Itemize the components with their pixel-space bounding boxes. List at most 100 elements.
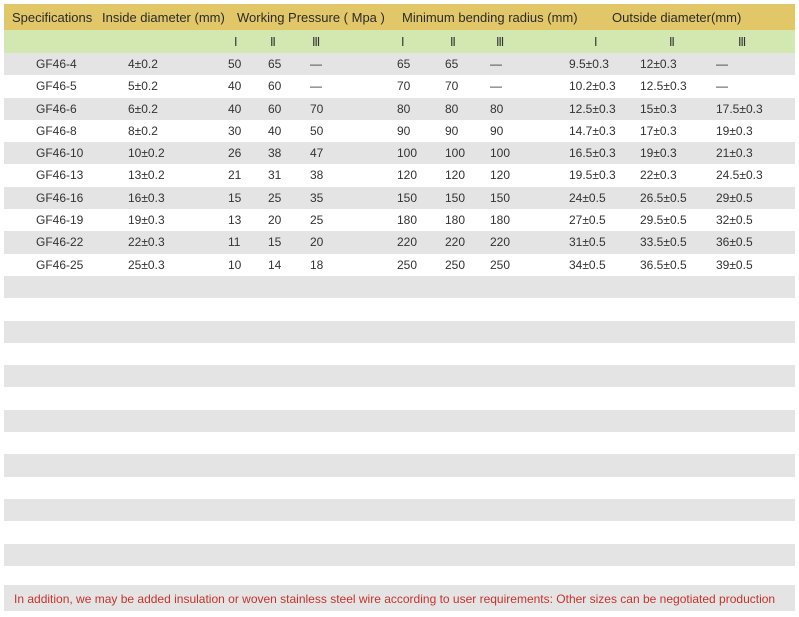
table-cell: 21 [228,168,242,183]
table-cell: 17±0.3 [640,123,677,138]
subheader-od-2: Ⅱ [669,35,675,49]
table-cell: 33.5±0.5 [640,235,687,250]
table-cell: GF46-5 [36,79,77,94]
empty-row [4,432,795,454]
table-cell: 250 [397,257,418,272]
footer-note-bar: In addition, we may be added insulation … [4,585,795,611]
table-cell: 15±0.3 [640,101,677,116]
table-cell: 10±0.2 [128,146,165,161]
table-cell: 30 [228,123,242,138]
table-body: GF46-4 4±0.2 50 65—65 65—9.5±0.3 12±0.3— GF46-… [4,53,795,611]
table-cell: 17.5±0.3 [716,101,763,116]
table-cell: 12±0.3 [640,57,677,71]
table-cell: 20 [310,235,324,250]
table-cell: — [490,57,502,71]
table-cell: 70 [397,79,411,94]
table-cell: 120 [490,168,511,183]
table-cell: 25 [310,213,324,228]
empty-row [4,454,795,477]
table-cell: 70 [445,79,459,94]
table-row: GF46-5 5±0.2 40 60 — 70 70 — 10.2±0.3 12.5±0.3 — [4,75,795,97]
table-cell: 6±0.2 [128,101,158,116]
table-cell: 15 [268,235,282,250]
table-cell: 19±0.3 [640,146,677,161]
table-cell: 11 [228,235,241,250]
table-cell: — [310,79,322,94]
table-cell: — [310,57,322,71]
table-cell: 150 [445,190,466,205]
footer-note: In addition, we may be added insulation … [14,592,776,606]
empty-row [4,298,795,320]
table-cell: 65 [268,57,282,71]
table-cell: 27±0.5 [569,213,606,228]
table-cell: 19.5±0.3 [569,168,616,183]
table-cell: 10 [228,257,242,272]
empty-row [4,521,795,543]
table-row: GF46-4 4±0.2 50 65 — 65 65 — 9.5±0.3 12±0.3 — [4,53,795,76]
table-cell: 38 [310,168,324,183]
table-cell: 22±0.3 [128,235,165,250]
subheader-od-1: Ⅰ [594,35,598,49]
table-cell: 38 [268,146,282,161]
table-cell: 100 [445,146,466,161]
table-cell: 90 [445,123,459,138]
table-cell: 18 [310,257,324,272]
empty-row [4,365,795,388]
table-cell: 80 [445,101,459,116]
empty-row [4,387,795,409]
empty-row [4,343,795,365]
table-cell: 150 [490,190,511,205]
table-cell: GF46-8 [36,123,77,138]
table-cell: 90 [490,123,504,138]
subheader-wp-2: Ⅱ [270,35,276,49]
table-cell: 20 [268,213,282,228]
table-cell: 35 [310,190,324,205]
header-min-bending-radius: Minimum bending radius (mm) [402,10,578,25]
table-cell: 13±0.2 [128,168,165,183]
table-row: GF46-8 8±0.2 30 40 50 90 90 90 14.7±0.3 17±0.3 19±… [4,120,795,142]
table-cell: 26 [228,146,242,161]
table-row: GF46-6 6±0.2 40 60 70 80 80 80 12.5±0.3 15±0.3 17.… [4,97,795,120]
table-cell: 16.5±0.3 [569,146,616,161]
table-cell: 9.5±0.3 [569,57,609,71]
table-row: GF46-10 10±0.2 26 38 47 100 100 100 16.5±0.3 19±0… [4,142,795,165]
table-cell: 12.5±0.3 [640,79,687,94]
table-cell: 50 [310,123,324,138]
subheader-mbr-2: Ⅱ [450,35,456,49]
table-cell: 34±0.5 [569,257,606,272]
empty-row [4,320,795,343]
empty-row [4,477,795,499]
header-specifications: Specifications [12,10,93,25]
table-cell: 60 [268,79,282,94]
table-cell: 180 [490,213,511,228]
table-cell: 10.2±0.3 [569,79,616,94]
table-cell: 36.5±0.5 [640,257,687,272]
table-cell: 12.5±0.3 [569,101,616,116]
table-subheader: Ⅰ Ⅱ Ⅲ Ⅰ Ⅱ Ⅲ Ⅰ Ⅱ Ⅲ [4,30,795,53]
header-inside-diameter: Inside diameter (mm) [102,10,225,25]
table-cell: 150 [397,190,418,205]
subheader-od-3: Ⅲ [738,35,747,49]
table-cell: 220 [397,235,418,250]
header-working-pressure: Working Pressure ( Mpa ) [237,10,385,25]
table-cell: 32±0.5 [716,213,753,228]
table-cell: 120 [445,168,466,183]
table-cell: 70 [310,101,324,116]
table-row: GF46-25 25±0.3 10 14 18 250 250 250 34±0.5 36.5±0… [4,254,795,276]
table-cell: 65 [445,57,459,71]
table-cell: GF46-6 [36,101,77,116]
table-row: GF46-22 22±0.3 11 15 20 220 220 220 31±0.5 33.5±0… [4,231,795,254]
subheader-wp-3: Ⅲ [312,35,321,49]
empty-row [4,275,795,299]
table-cell: 14.7±0.3 [569,123,616,138]
table-cell: 4±0.2 [128,57,158,71]
subheader-wp-1: Ⅰ [234,35,238,49]
table-cell: 26.5±0.5 [640,190,687,205]
table-cell: GF46-4 [36,57,77,71]
table-cell: 180 [445,213,466,228]
table-cell: 100 [490,146,511,161]
table-cell: 15 [228,190,242,205]
table-cell: 22±0.3 [640,168,677,183]
empty-row [4,498,795,522]
table-cell: 29.5±0.5 [640,213,687,228]
